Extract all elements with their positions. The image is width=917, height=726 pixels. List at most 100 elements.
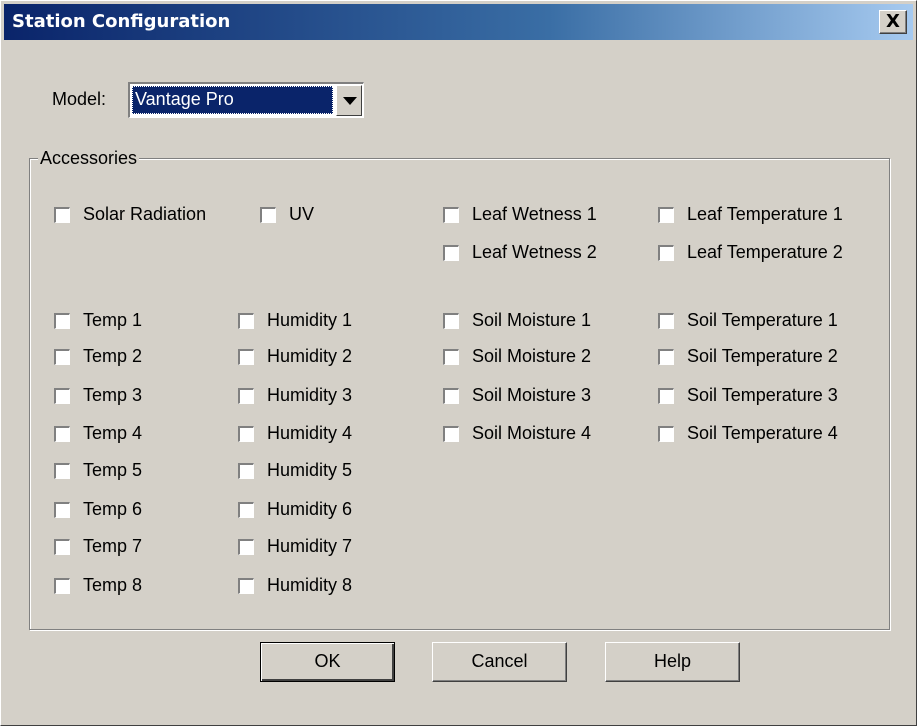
title-bar[interactable]: Station Configuration X [4, 4, 913, 40]
close-button[interactable]: X [879, 10, 907, 34]
accessories-group-label: Accessories [38, 148, 140, 169]
checkbox-box[interactable] [54, 425, 70, 442]
checkbox-box[interactable] [54, 348, 70, 365]
checkbox-soil-moisture-4[interactable]: Soil Moisture 4 [443, 423, 591, 444]
model-select[interactable]: Vantage Pro [128, 82, 364, 118]
checkbox-humidity-4[interactable]: Humidity 4 [238, 423, 352, 444]
checkbox-humidity-2[interactable]: Humidity 2 [238, 346, 352, 367]
checkbox-temp-6[interactable]: Temp 6 [54, 499, 142, 520]
checkbox-temp-5[interactable]: Temp 5 [54, 460, 142, 481]
checkbox-box[interactable] [54, 538, 70, 555]
checkbox-box[interactable] [54, 501, 70, 518]
model-label: Model: [52, 89, 107, 109]
help-button[interactable]: Help [605, 642, 740, 682]
checkbox-leaf-wetness-1[interactable]: Leaf Wetness 1 [443, 204, 597, 225]
checkbox-box[interactable] [54, 577, 70, 594]
checkbox-label: Soil Temperature 3 [687, 385, 838, 405]
checkbox-leaf-temperature-1[interactable]: Leaf Temperature 1 [658, 204, 843, 225]
ok-button[interactable]: OK [260, 642, 395, 682]
checkbox-box[interactable] [658, 425, 674, 442]
checkbox-label: Soil Temperature 2 [687, 346, 838, 366]
checkbox-label: Humidity 5 [267, 460, 353, 480]
checkbox-leaf-temperature-2[interactable]: Leaf Temperature 2 [658, 242, 843, 263]
checkbox-soil-moisture-2[interactable]: Soil Moisture 2 [443, 346, 591, 367]
checkbox-label: Humidity 7 [267, 536, 353, 556]
checkbox-label: Leaf Wetness 2 [472, 242, 597, 262]
checkbox-soil-moisture-1[interactable]: Soil Moisture 1 [443, 310, 591, 331]
checkbox-label: Temp 6 [83, 499, 143, 519]
checkbox-box[interactable] [54, 387, 70, 404]
checkbox-temp-7[interactable]: Temp 7 [54, 536, 142, 557]
checkbox-label: Temp 4 [83, 423, 143, 443]
checkbox-soil-temperature-2[interactable]: Soil Temperature 2 [658, 346, 838, 367]
checkbox-temp-2[interactable]: Temp 2 [54, 346, 142, 367]
checkbox-temp-3[interactable]: Temp 3 [54, 385, 142, 406]
checkbox-label: Temp 5 [83, 460, 143, 480]
cancel-button[interactable]: Cancel [432, 642, 567, 682]
checkbox-box[interactable] [443, 387, 459, 404]
checkbox-box[interactable] [443, 312, 459, 329]
checkbox-box[interactable] [658, 387, 674, 404]
checkbox-box[interactable] [238, 538, 254, 555]
checkbox-soil-moisture-3[interactable]: Soil Moisture 3 [443, 385, 591, 406]
checkbox-label: Temp 3 [83, 385, 143, 405]
checkbox-temp-1[interactable]: Temp 1 [54, 310, 142, 331]
checkbox-humidity-6[interactable]: Humidity 6 [238, 499, 352, 520]
checkbox-label: Temp 8 [83, 575, 143, 595]
checkbox-box[interactable] [238, 312, 254, 329]
checkbox-label: Soil Temperature 4 [687, 423, 838, 443]
checkbox-label: Solar Radiation [83, 204, 207, 224]
checkbox-uv[interactable]: UV [260, 204, 314, 225]
checkbox-box[interactable] [238, 425, 254, 442]
checkbox-box[interactable] [443, 348, 459, 365]
checkbox-label: Soil Moisture 2 [472, 346, 592, 366]
checkbox-leaf-wetness-2[interactable]: Leaf Wetness 2 [443, 242, 597, 263]
checkbox-soil-temperature-4[interactable]: Soil Temperature 4 [658, 423, 838, 444]
checkbox-box[interactable] [238, 577, 254, 594]
checkbox-label: Humidity 6 [267, 499, 353, 519]
checkbox-label: Soil Temperature 1 [687, 310, 838, 330]
checkbox-humidity-1[interactable]: Humidity 1 [238, 310, 352, 331]
checkbox-label: Soil Moisture 4 [472, 423, 592, 443]
checkbox-box[interactable] [238, 501, 254, 518]
checkbox-box[interactable] [443, 244, 459, 261]
chevron-down-icon[interactable] [336, 85, 362, 116]
checkbox-label: Leaf Temperature 2 [687, 242, 843, 262]
checkbox-label: Temp 1 [83, 310, 143, 330]
checkbox-label: UV [289, 204, 315, 224]
model-selected-value[interactable]: Vantage Pro [132, 86, 333, 114]
checkbox-label: Humidity 2 [267, 346, 353, 366]
checkbox-box[interactable] [443, 425, 459, 442]
checkbox-box[interactable] [238, 462, 254, 479]
close-icon: X [886, 11, 900, 32]
checkbox-label: Leaf Wetness 1 [472, 204, 597, 224]
checkbox-box[interactable] [260, 206, 276, 223]
checkbox-label: Humidity 3 [267, 385, 353, 405]
checkbox-solar-radiation[interactable]: Solar Radiation [54, 204, 206, 225]
checkbox-label: Soil Moisture 1 [472, 310, 592, 330]
checkbox-box[interactable] [658, 348, 674, 365]
checkbox-humidity-5[interactable]: Humidity 5 [238, 460, 352, 481]
checkbox-box[interactable] [54, 312, 70, 329]
checkbox-humidity-3[interactable]: Humidity 3 [238, 385, 352, 406]
checkbox-label: Humidity 8 [267, 575, 353, 595]
checkbox-soil-temperature-3[interactable]: Soil Temperature 3 [658, 385, 838, 406]
checkbox-temp-4[interactable]: Temp 4 [54, 423, 142, 444]
checkbox-box[interactable] [238, 387, 254, 404]
checkbox-humidity-8[interactable]: Humidity 8 [238, 575, 352, 596]
checkbox-label: Temp 7 [83, 536, 143, 556]
checkbox-humidity-7[interactable]: Humidity 7 [238, 536, 352, 557]
checkbox-label: Humidity 4 [267, 423, 353, 443]
checkbox-box[interactable] [658, 312, 674, 329]
checkbox-temp-8[interactable]: Temp 8 [54, 575, 142, 596]
checkbox-box[interactable] [658, 206, 674, 223]
checkbox-label: Humidity 1 [267, 310, 353, 330]
checkbox-label: Temp 2 [83, 346, 143, 366]
checkbox-soil-temperature-1[interactable]: Soil Temperature 1 [658, 310, 838, 331]
dialog-title: Station Configuration [12, 11, 231, 32]
checkbox-box[interactable] [443, 206, 459, 223]
checkbox-box[interactable] [658, 244, 674, 261]
checkbox-box[interactable] [54, 206, 70, 223]
checkbox-box[interactable] [238, 348, 254, 365]
checkbox-box[interactable] [54, 462, 70, 479]
